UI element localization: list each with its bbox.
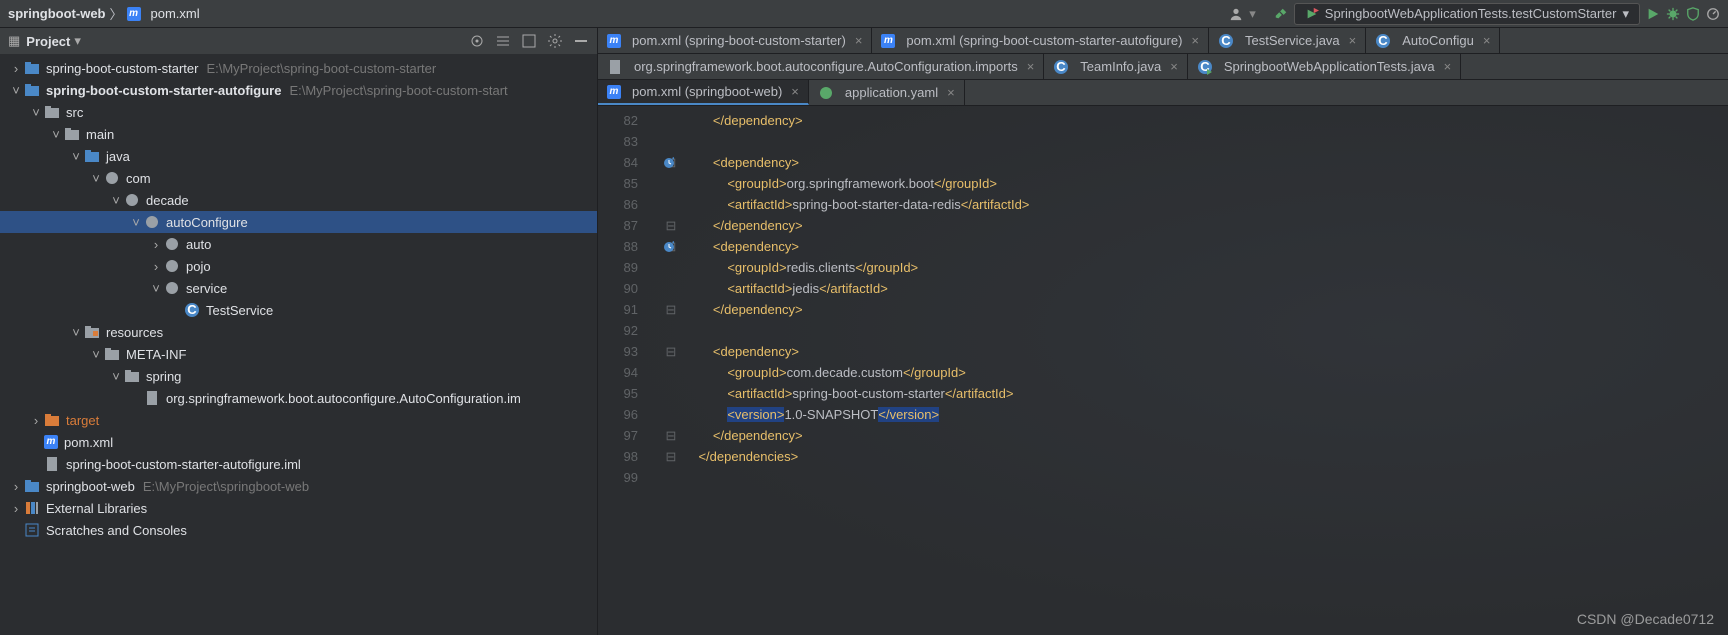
close-icon[interactable]: × xyxy=(1191,33,1199,48)
breadcrumb[interactable]: springboot-web 〉 m pom.xml xyxy=(8,4,200,23)
close-icon[interactable]: × xyxy=(1483,33,1491,48)
close-icon[interactable]: × xyxy=(855,33,863,48)
debug-icon[interactable] xyxy=(1666,7,1680,21)
line-number-gutter[interactable]: 828384858687888990919293949596979899 xyxy=(598,106,658,635)
hide-icon[interactable] xyxy=(573,33,589,49)
run-configuration-selector[interactable]: SpringbootWebApplicationTests.testCustom… xyxy=(1294,3,1640,25)
editor-tab[interactable]: mpom.xml (springboot-web)× xyxy=(598,80,809,105)
tree-item[interactable]: org.springframework.boot.autoconfigure.A… xyxy=(0,387,597,409)
project-panel-header: ▦ Project ▾ xyxy=(0,28,597,54)
editor-tab[interactable]: CTestService.java× xyxy=(1209,28,1366,53)
editor-area: mpom.xml (spring-boot-custom-starter)×mp… xyxy=(598,28,1728,635)
svg-text:C: C xyxy=(1379,33,1389,48)
profile-icon[interactable] xyxy=(1706,7,1720,21)
svg-text:C: C xyxy=(1057,59,1067,74)
breadcrumb-root[interactable]: springboot-web xyxy=(8,6,106,21)
project-icon: ▦ xyxy=(8,33,20,49)
expand-all-icon[interactable] xyxy=(521,33,537,49)
select-opened-file-icon[interactable] xyxy=(469,33,485,49)
code-editor[interactable]: 828384858687888990919293949596979899 ⊟⊟⊟… xyxy=(598,106,1728,635)
tree-item[interactable]: ›springboot-webE:\MyProject\springboot-w… xyxy=(0,475,597,497)
tree-item[interactable]: ˅spring-boot-custom-starter-autofigureE:… xyxy=(0,79,597,101)
close-icon[interactable]: × xyxy=(1170,59,1178,74)
run-icon[interactable] xyxy=(1646,7,1660,21)
test-icon xyxy=(1305,7,1319,21)
tree-item[interactable]: Scratches and Consoles xyxy=(0,519,597,541)
editor-tab[interactable]: CSpringbootWebApplicationTests.java× xyxy=(1188,54,1461,79)
watermark-text: CSDN @Decade0712 xyxy=(1577,611,1714,627)
editor-tab[interactable]: CTeamInfo.java× xyxy=(1044,54,1188,79)
code-lines[interactable]: </dependency> <dependency> <groupId>org.… xyxy=(684,106,1728,635)
tree-item[interactable]: ˅spring xyxy=(0,365,597,387)
tree-item[interactable]: ˅decade xyxy=(0,189,597,211)
tree-item[interactable]: ›pojo xyxy=(0,255,597,277)
chevron-down-icon: ▾ xyxy=(1622,6,1629,22)
editor-tab[interactable]: CAutoConfigu× xyxy=(1366,28,1500,53)
tree-item[interactable]: ›target xyxy=(0,409,597,431)
tree-item[interactable]: ˅src xyxy=(0,101,597,123)
tree-item[interactable]: spring-boot-custom-starter-autofigure.im… xyxy=(0,453,597,475)
tree-item[interactable]: ›spring-boot-custom-starterE:\MyProject\… xyxy=(0,57,597,79)
svg-text:C: C xyxy=(1221,33,1231,48)
breadcrumb-file[interactable]: pom.xml xyxy=(151,6,200,21)
tree-item[interactable]: ˅java xyxy=(0,145,597,167)
gear-icon[interactable] xyxy=(547,33,563,49)
project-tool-window: ▦ Project ▾ ›spring-boot-custom-starterE… xyxy=(0,28,598,635)
build-hammer-icon[interactable] xyxy=(1274,7,1288,21)
tree-item[interactable]: ›External Libraries xyxy=(0,497,597,519)
tree-item[interactable]: ˅resources xyxy=(0,321,597,343)
editor-tabs-row-1: mpom.xml (spring-boot-custom-starter)×mp… xyxy=(598,28,1728,54)
editor-tabs-row-2: org.springframework.boot.autoconfigure.A… xyxy=(598,54,1728,80)
tree-item[interactable]: ˅autoConfigure xyxy=(0,211,597,233)
tree-item[interactable]: ˅META-INF xyxy=(0,343,597,365)
close-icon[interactable]: × xyxy=(947,85,955,100)
editor-tabs-row-3: mpom.xml (springboot-web)×application.ya… xyxy=(598,80,1728,106)
tree-item[interactable]: ˅com xyxy=(0,167,597,189)
fold-column[interactable]: ⊟⊟⊟⊟⊟⊟⊟ xyxy=(658,106,684,635)
tree-item[interactable]: ˅main xyxy=(0,123,597,145)
coverage-icon[interactable] xyxy=(1686,7,1700,21)
maven-icon: m xyxy=(127,7,141,21)
chevron-right-icon: 〉 xyxy=(110,4,123,23)
tree-item[interactable]: ›auto xyxy=(0,233,597,255)
collapse-all-icon[interactable] xyxy=(495,33,511,49)
editor-tab[interactable]: mpom.xml (spring-boot-custom-starter)× xyxy=(598,28,872,53)
close-icon[interactable]: × xyxy=(1027,59,1035,74)
svg-text:C: C xyxy=(187,302,197,317)
close-icon[interactable]: × xyxy=(1349,33,1357,48)
chevron-down-icon[interactable]: ▾ xyxy=(74,33,81,49)
user-icon[interactable] xyxy=(1229,7,1243,21)
tree-item[interactable]: mpom.xml xyxy=(0,431,597,453)
tree-item[interactable]: CTestService xyxy=(0,299,597,321)
close-icon[interactable]: × xyxy=(791,84,799,99)
editor-tab[interactable]: application.yaml× xyxy=(809,80,965,105)
project-tree[interactable]: ›spring-boot-custom-starterE:\MyProject\… xyxy=(0,54,597,635)
tree-item[interactable]: ˅service xyxy=(0,277,597,299)
close-icon[interactable]: × xyxy=(1444,59,1452,74)
editor-tab[interactable]: org.springframework.boot.autoconfigure.A… xyxy=(598,54,1044,79)
top-navigation-bar: springboot-web 〉 m pom.xml ▾ SpringbootW… xyxy=(0,0,1728,28)
editor-tab[interactable]: mpom.xml (spring-boot-custom-starter-aut… xyxy=(872,28,1209,53)
project-panel-title[interactable]: Project xyxy=(26,34,70,49)
